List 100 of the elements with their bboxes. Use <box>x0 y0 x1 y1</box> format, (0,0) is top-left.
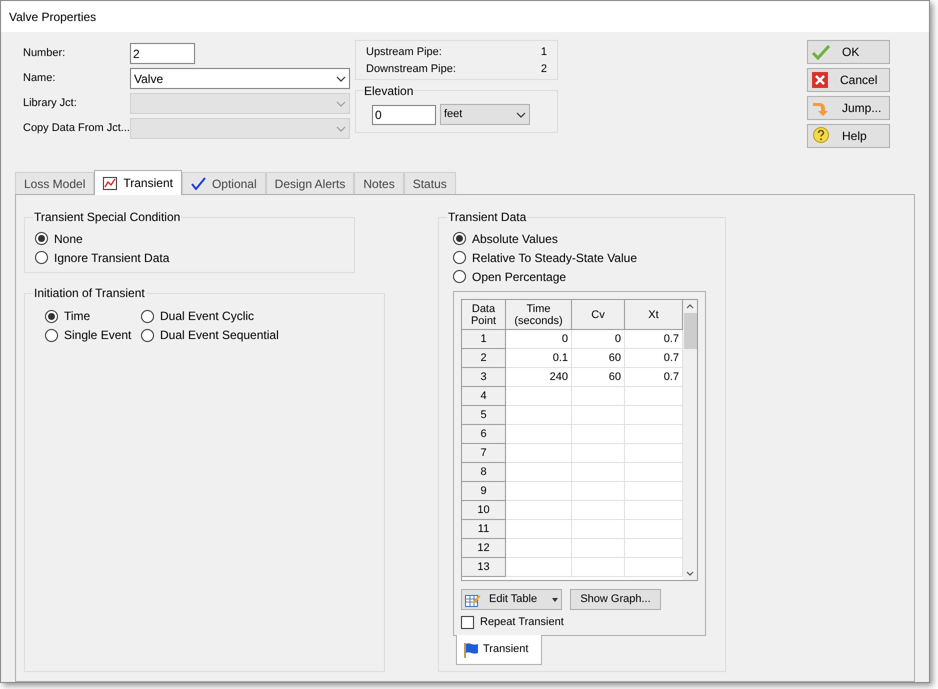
chart-icon <box>103 176 118 190</box>
radio-label: Relative To Steady-State Value <box>472 250 637 266</box>
table-cell <box>572 501 625 520</box>
chevron-down-icon <box>516 112 526 118</box>
radio-button[interactable] <box>45 328 58 342</box>
table-cell <box>506 425 572 444</box>
tab[interactable]: Transient <box>94 170 182 195</box>
row-number: 2 <box>462 349 506 368</box>
table-cell <box>506 406 572 425</box>
radio-button[interactable] <box>141 310 154 323</box>
dialog-button[interactable]: OK <box>807 40 890 64</box>
chevron-down-icon <box>336 76 346 82</box>
unit-dropdown[interactable]: feet <box>440 104 530 125</box>
radio-button[interactable] <box>453 270 466 283</box>
radio-label: None <box>54 230 83 248</box>
row-number: 12 <box>462 539 506 558</box>
table-cell <box>572 482 625 501</box>
edit-table-button[interactable]: Edit Table <box>461 589 562 610</box>
row-number: 11 <box>462 520 506 539</box>
dropdown-arrow-icon <box>552 598 558 602</box>
column-header: Data Point <box>462 300 506 330</box>
table-cell <box>506 387 572 406</box>
radio-label: Ignore Transient Data <box>54 250 170 266</box>
radio-button[interactable] <box>141 328 154 342</box>
help-icon <box>812 127 830 145</box>
table-cell: 0 <box>572 330 625 349</box>
tab[interactable]: Optional <box>182 172 266 194</box>
pipe-value: 2 <box>540 62 547 76</box>
tab[interactable]: Loss Model <box>15 172 94 194</box>
chevron-down-icon <box>686 571 694 576</box>
chevron-up-icon <box>686 304 694 309</box>
table-pencil-icon <box>465 592 481 606</box>
checkmark-icon <box>190 177 206 190</box>
radio-label: Absolute Values <box>472 230 558 248</box>
row-number: 8 <box>462 463 506 482</box>
radio-button[interactable] <box>45 310 58 323</box>
close-icon <box>812 72 828 88</box>
radio-label: Single Event <box>64 327 132 344</box>
dialog-button[interactable]: Help <box>807 124 890 148</box>
column-header: Cv <box>572 300 625 330</box>
table-cell <box>572 463 625 482</box>
number-field[interactable]: 2 <box>130 43 195 64</box>
show-graph-button[interactable]: Show Graph... <box>570 589 661 610</box>
radio-label: Open Percentage <box>472 268 566 286</box>
bottom-tab[interactable]: Transient <box>456 635 542 665</box>
tab[interactable]: Status <box>404 172 456 194</box>
radio-button[interactable] <box>35 251 48 264</box>
radio-button[interactable] <box>35 232 48 245</box>
column-header: Time (seconds) <box>506 300 572 330</box>
column-header: Xt <box>625 300 683 330</box>
scrollbar-thumb[interactable] <box>684 313 696 349</box>
row-number: 6 <box>462 425 506 444</box>
chevron-down-icon <box>336 100 346 106</box>
table-cell <box>572 520 625 539</box>
window-title: Valve Properties <box>9 8 96 26</box>
field-label: Number: <box>23 46 66 62</box>
dialog-button[interactable]: Cancel <box>807 68 890 92</box>
group-title: Transient Special Condition <box>33 209 182 225</box>
scrollbar[interactable] <box>683 300 697 580</box>
table-cell <box>506 558 572 577</box>
checkmark-icon <box>812 44 830 60</box>
row-number: 9 <box>462 482 506 501</box>
field-label: Copy Data From Jct... <box>23 121 130 136</box>
table-cell <box>572 444 625 463</box>
pipe-label: Upstream Pipe: <box>366 45 442 60</box>
radio-label: Dual Event Cyclic <box>160 308 254 326</box>
elevation-field[interactable]: 0 <box>372 104 436 124</box>
tab[interactable]: Design Alerts <box>266 172 354 194</box>
row-number: 13 <box>462 558 506 577</box>
table-cell: 60 <box>572 349 625 368</box>
table-cell <box>506 539 572 558</box>
row-number: 4 <box>462 387 506 406</box>
field-label: Library Jct: <box>23 96 78 112</box>
table-cell <box>506 444 572 463</box>
table-cell <box>506 501 572 520</box>
field-label: Name: <box>23 71 56 86</box>
radio-label: Dual Event Sequential <box>160 327 279 344</box>
tab[interactable]: Notes <box>354 172 404 194</box>
chevron-down-icon <box>336 126 346 132</box>
table-cell: 0 <box>506 330 572 349</box>
checkbox-label: Repeat Transient <box>480 615 564 630</box>
checkbox[interactable] <box>461 616 474 629</box>
pipe-value: 1 <box>540 45 547 60</box>
table-cell <box>572 387 625 406</box>
table-cell <box>506 482 572 501</box>
table-cell: 60 <box>572 368 625 387</box>
table-cell <box>572 539 625 558</box>
table-cell <box>506 520 572 539</box>
table-cell: 240 <box>506 368 572 387</box>
row-number: 3 <box>462 368 506 387</box>
radio-button[interactable] <box>453 251 466 264</box>
dialog-button[interactable]: Jump... <box>807 96 890 120</box>
combo-box[interactable]: Valve <box>130 68 350 89</box>
table-cell <box>506 463 572 482</box>
row-number: 5 <box>462 406 506 425</box>
radio-button[interactable] <box>453 232 466 245</box>
pipe-label: Downstream Pipe: <box>366 62 456 76</box>
flag-icon <box>463 642 479 658</box>
table-cell <box>572 425 625 444</box>
table-cell: 0.1 <box>506 349 572 368</box>
